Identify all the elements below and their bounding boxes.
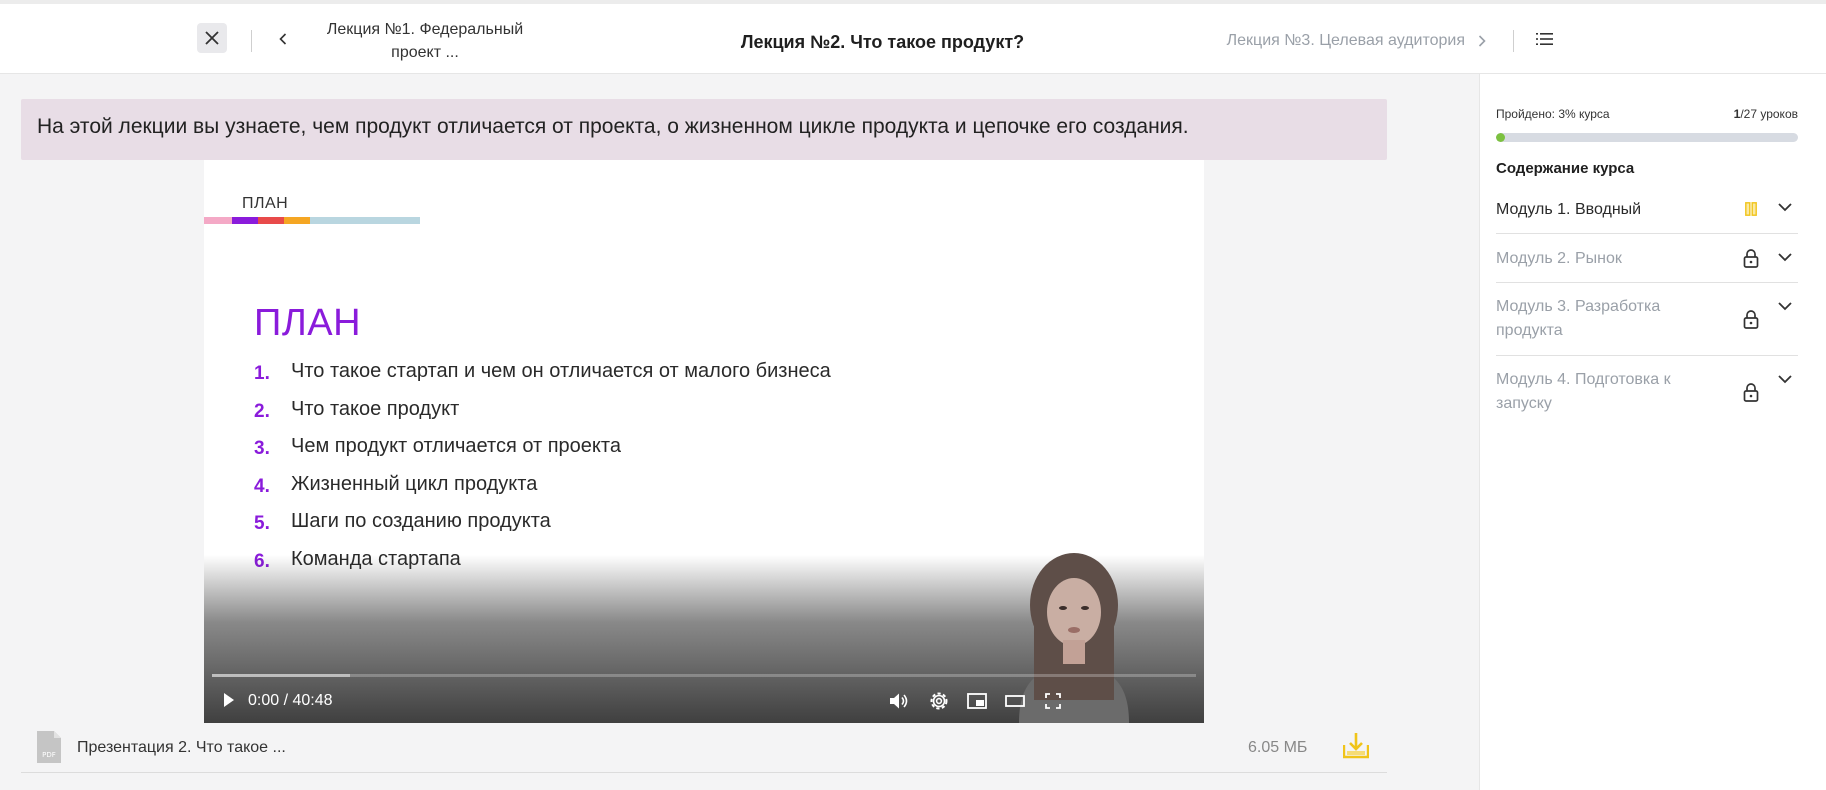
lock-icon bbox=[1742, 382, 1760, 402]
play-icon bbox=[224, 693, 234, 707]
slide-heading: ПЛАН bbox=[254, 302, 362, 344]
video-progress-bar[interactable] bbox=[212, 674, 1196, 677]
gear-icon bbox=[930, 692, 948, 710]
slide-plan-text: Что такое продукт bbox=[291, 397, 460, 420]
stripe-segment bbox=[310, 217, 420, 224]
close-icon bbox=[205, 31, 219, 45]
slide-plan-text: Чем продукт отличается от проекта bbox=[291, 435, 621, 457]
lessons-count: 1/27 уроков bbox=[1734, 107, 1798, 121]
lecture-description-banner: На этой лекции вы узнаете, чем продукт о… bbox=[21, 99, 1387, 160]
slide-plan-text: Жизненный цикл продукта bbox=[291, 472, 538, 495]
course-progress-fill bbox=[1496, 133, 1506, 142]
stripe-segment bbox=[284, 217, 310, 224]
chevron-down-icon[interactable] bbox=[1776, 372, 1794, 386]
miniplayer-icon bbox=[967, 693, 987, 709]
next-lecture-chevron[interactable] bbox=[1474, 32, 1490, 50]
module-item-4[interactable]: Модуль 4. Подготовка к запуску bbox=[1496, 356, 1798, 429]
module-label: Модуль 3. Разработка продукта bbox=[1496, 298, 1661, 339]
stripe-segment bbox=[232, 217, 258, 224]
slide-plan-item: 5. Шаги по созданию продукта bbox=[254, 510, 831, 548]
prev-lecture-chevron[interactable] bbox=[275, 30, 291, 48]
fullscreen-button[interactable] bbox=[1040, 689, 1066, 713]
lock-icon bbox=[1742, 248, 1760, 268]
next-lecture-link[interactable]: Лекция №3. Целевая аудитория bbox=[1190, 32, 1465, 50]
stripe-segment bbox=[204, 217, 232, 224]
divider bbox=[251, 30, 252, 52]
download-icon[interactable] bbox=[1343, 731, 1369, 759]
slide-plan-text: Шаги по созданию продукта bbox=[291, 510, 551, 532]
lessons-total: /27 уроков bbox=[1740, 107, 1798, 121]
module-label: Модуль 4. Подготовка к запуску bbox=[1496, 371, 1671, 412]
module-label: Модуль 2. Рынок bbox=[1496, 250, 1622, 267]
divider bbox=[1513, 30, 1514, 52]
lock-icon bbox=[1742, 309, 1760, 329]
chevron-left-icon bbox=[279, 33, 287, 45]
slide-plan-item: 2. Что такое продукт bbox=[254, 398, 831, 436]
slide-plan-number: 4. bbox=[254, 475, 270, 497]
slide-plan-number: 3. bbox=[254, 438, 270, 459]
list-icon bbox=[1536, 33, 1553, 45]
course-progress-label: Пройдено: 3% курса bbox=[1496, 107, 1610, 121]
current-lecture-title: Лекция №2. Что такое продукт? bbox=[740, 32, 1025, 52]
module-item-3[interactable]: Модуль 3. Разработка продукта bbox=[1496, 283, 1798, 356]
play-button[interactable] bbox=[216, 685, 242, 715]
slide-plan-number: 5. bbox=[254, 513, 270, 534]
volume-button[interactable] bbox=[886, 689, 912, 713]
slide-plan-item: 1. Что такое стартап и чем он отличается … bbox=[254, 360, 831, 398]
video-player[interactable]: ПЛАН ПЛАН 1. Что такое стартап и чем он о… bbox=[204, 160, 1204, 723]
theater-mode-button[interactable] bbox=[1002, 689, 1028, 713]
chevron-down-icon[interactable] bbox=[1776, 299, 1794, 313]
slide-plan-item: 3. Чем продукт отличается от проекта bbox=[254, 435, 831, 473]
attachment-row: PDF Презентация 2. Что такое ... 6.05 МБ bbox=[21, 723, 1387, 773]
module-label: Модуль 1. Вводный bbox=[1496, 201, 1642, 218]
attachment-name[interactable]: Презентация 2. Что такое ... bbox=[77, 739, 286, 757]
miniplayer-button[interactable] bbox=[964, 689, 990, 713]
in-progress-icon bbox=[1742, 199, 1760, 219]
slide-plan-item: 4. Жизненный цикл продукта bbox=[254, 473, 831, 511]
close-button[interactable] bbox=[197, 23, 227, 53]
stripe-segment bbox=[258, 217, 284, 224]
module-item-2[interactable]: Модуль 2. Рынок bbox=[1496, 234, 1798, 283]
settings-button[interactable] bbox=[926, 689, 952, 713]
module-item-1[interactable]: Модуль 1. Вводный bbox=[1496, 184, 1798, 234]
pdf-file-icon: PDF bbox=[37, 731, 61, 763]
video-time: 0:00 / 40:48 bbox=[248, 692, 333, 709]
chevron-right-icon bbox=[1478, 35, 1486, 47]
lesson-navigation-bar: Лекция №1. Федеральный проект ... Лекция… bbox=[0, 0, 1826, 74]
course-content-title: Содержание курса bbox=[1496, 160, 1635, 177]
course-progress-bar bbox=[1496, 133, 1798, 142]
chevron-down-icon[interactable] bbox=[1776, 200, 1794, 214]
fullscreen-icon bbox=[1045, 693, 1061, 709]
slide-plan-text: Что такое стартап и чем он отличается от… bbox=[291, 360, 831, 382]
slide-plan-number: 1. bbox=[254, 363, 270, 384]
slide-tag: ПЛАН bbox=[242, 195, 289, 212]
slide-plan-list: 1. Что такое стартап и чем он отличается … bbox=[254, 360, 831, 585]
pdf-label: PDF bbox=[42, 751, 56, 759]
course-sidebar: Пройдено: 3% курса 1/27 уроков Содержани… bbox=[1479, 74, 1826, 790]
video-buffer-bar bbox=[212, 674, 350, 677]
slide-color-stripe bbox=[204, 217, 420, 224]
slide-plan-number: 2. bbox=[254, 400, 270, 422]
volume-icon bbox=[890, 693, 908, 709]
prev-lecture-link[interactable]: Лекция №1. Федеральный проект ... bbox=[310, 18, 540, 64]
lessons-list-button[interactable] bbox=[1536, 31, 1560, 51]
theater-icon bbox=[1005, 695, 1025, 707]
attachment-size: 6.05 МБ bbox=[1248, 739, 1308, 756]
chevron-down-icon[interactable] bbox=[1776, 250, 1794, 264]
